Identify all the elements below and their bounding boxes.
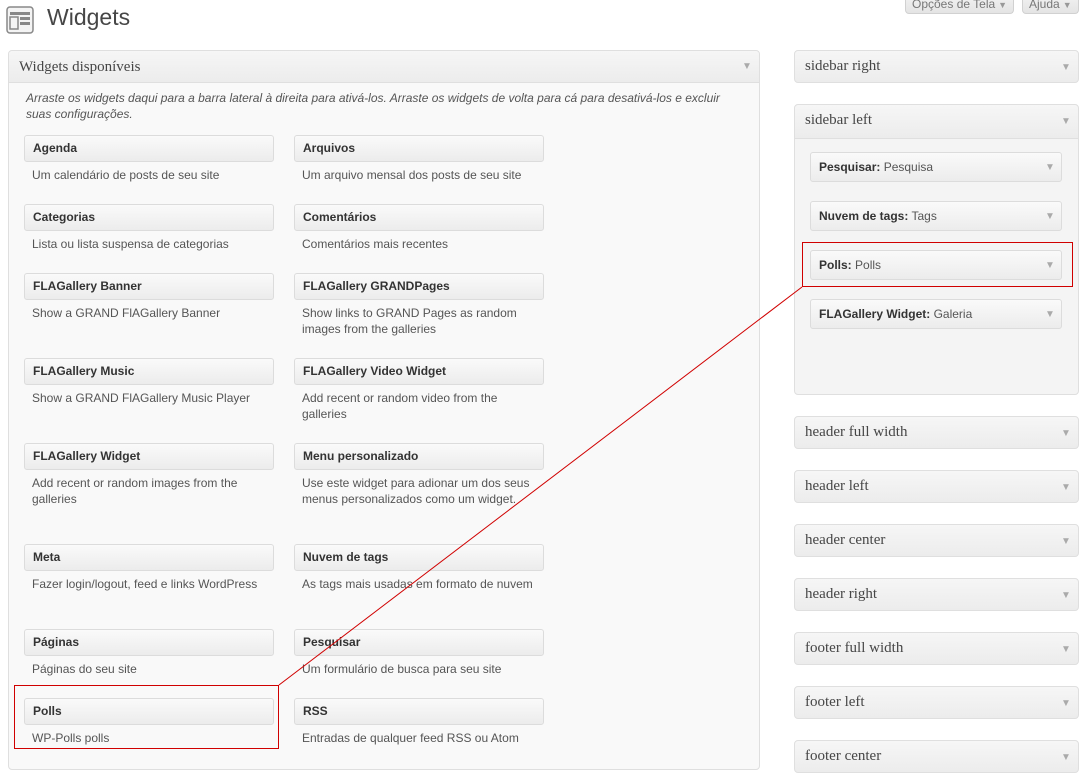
sidebar-header-center[interactable]: header center ▼ bbox=[794, 524, 1079, 557]
sidebar-left-header[interactable]: sidebar left ▼ bbox=[795, 105, 1078, 139]
widget-desc: Um formulário de busca para seu site bbox=[302, 662, 502, 676]
widgets-icon bbox=[6, 6, 34, 34]
widget-name: Pesquisa bbox=[883, 160, 934, 174]
sidebar-title: header right bbox=[805, 586, 878, 602]
help-label: Ajuda bbox=[1029, 0, 1060, 11]
widget-arquivos[interactable]: Arquivos bbox=[294, 135, 544, 162]
widget-desc: Add recent or random images from the gal… bbox=[32, 476, 238, 506]
sidebar-title: header full width bbox=[805, 424, 908, 440]
sidebar-title: header center bbox=[805, 532, 886, 548]
expand-triangle-icon[interactable]: ▼ bbox=[1061, 752, 1071, 763]
sidebar-title: footer left bbox=[805, 694, 865, 710]
sidebar-title: sidebar right bbox=[805, 58, 881, 74]
expand-triangle-icon[interactable]: ▼ bbox=[1045, 301, 1055, 329]
widget-desc: Fazer login/logout, feed e links WordPre… bbox=[32, 577, 258, 591]
widget-name: Galeria bbox=[933, 307, 973, 321]
sidebar-header-left[interactable]: header left ▼ bbox=[794, 470, 1079, 503]
widget-desc: Um calendário de posts de seu site bbox=[32, 168, 220, 182]
widget-flagallery-grandpages[interactable]: FLAGallery GRANDPages bbox=[294, 273, 544, 300]
available-widgets-header[interactable]: Widgets disponíveis ▼ bbox=[9, 51, 759, 83]
expand-triangle-icon[interactable]: ▼ bbox=[1061, 644, 1071, 655]
widget-meta[interactable]: Meta bbox=[24, 544, 274, 571]
screen-options-button[interactable]: Opções de Tela ▼ bbox=[905, 0, 1015, 14]
widget-desc: Lista ou lista suspensa de categorias bbox=[32, 237, 229, 251]
widget-flagallery-widget[interactable]: FLAGallery Widget bbox=[24, 443, 274, 470]
sidebar-title: footer full width bbox=[805, 640, 904, 656]
expand-triangle-icon[interactable]: ▼ bbox=[1045, 203, 1055, 231]
expand-triangle-icon[interactable]: ▼ bbox=[1061, 590, 1071, 601]
sidebar-footer-left[interactable]: footer left ▼ bbox=[794, 686, 1079, 719]
sidebar-header-right[interactable]: header right ▼ bbox=[794, 578, 1079, 611]
chevron-down-icon: ▼ bbox=[998, 0, 1008, 10]
widget-desc: Show links to GRAND Pages as random imag… bbox=[302, 306, 517, 336]
sidebar-footer-full-width[interactable]: footer full width ▼ bbox=[794, 632, 1079, 665]
expand-triangle-icon[interactable]: ▼ bbox=[1045, 154, 1055, 182]
widget-type: FLAGallery Widget: bbox=[819, 307, 931, 321]
expand-triangle-icon[interactable]: ▼ bbox=[1061, 62, 1071, 73]
sidebar-widget-nuvem-de-tags[interactable]: Nuvem de tags: Tags ▼ bbox=[810, 201, 1062, 231]
widget-desc: Um arquivo mensal dos posts de seu site bbox=[302, 168, 522, 182]
widget-desc: Show a GRAND FlAGallery Banner bbox=[32, 306, 221, 320]
widget-type: Nuvem de tags: bbox=[819, 209, 909, 223]
help-button[interactable]: Ajuda ▼ bbox=[1022, 0, 1079, 14]
widget-desc: Show a GRAND FlAGallery Music Player bbox=[32, 391, 251, 405]
widget-type: Pesquisar: bbox=[819, 160, 881, 174]
page-title: Widgets bbox=[47, 4, 131, 30]
expand-triangle-icon[interactable]: ▼ bbox=[1061, 536, 1071, 547]
highlight-box-polls-available bbox=[14, 685, 279, 749]
sidebar-widget-pesquisar[interactable]: Pesquisar: Pesquisa ▼ bbox=[810, 152, 1062, 182]
collapse-triangle-icon[interactable]: ▼ bbox=[742, 61, 752, 72]
widget-flagallery-music[interactable]: FLAGallery Music bbox=[24, 358, 274, 385]
widget-desc: Páginas do seu site bbox=[32, 662, 137, 676]
collapse-triangle-icon[interactable]: ▼ bbox=[1061, 116, 1071, 127]
chevron-down-icon: ▼ bbox=[1062, 0, 1072, 10]
expand-triangle-icon[interactable]: ▼ bbox=[1061, 482, 1071, 493]
widget-desc: Entradas de qualquer feed RSS ou Atom bbox=[302, 731, 519, 745]
sidebar-footer-center[interactable]: footer center ▼ bbox=[794, 740, 1079, 773]
widget-pesquisar[interactable]: Pesquisar bbox=[294, 629, 544, 656]
widget-flagallery-video[interactable]: FLAGallery Video Widget bbox=[294, 358, 544, 385]
widget-flagallery-banner[interactable]: FLAGallery Banner bbox=[24, 273, 274, 300]
available-widgets-description: Arraste os widgets daqui para a barra la… bbox=[26, 91, 720, 121]
sidebar-right[interactable]: sidebar right ▼ bbox=[794, 50, 1079, 83]
screen-options-label: Opções de Tela bbox=[912, 0, 996, 11]
sidebar-widget-flagallery[interactable]: FLAGallery Widget: Galeria ▼ bbox=[810, 299, 1062, 329]
widget-agenda[interactable]: Agenda bbox=[24, 135, 274, 162]
widget-desc: Comentários mais recentes bbox=[302, 237, 449, 251]
sidebar-header-full-width[interactable]: header full width ▼ bbox=[794, 416, 1079, 449]
widget-rss[interactable]: RSS bbox=[294, 698, 544, 725]
sidebar-title: footer center bbox=[805, 748, 882, 764]
widget-menu-personalizado[interactable]: Menu personalizado bbox=[294, 443, 544, 470]
widget-nuvem-de-tags[interactable]: Nuvem de tags bbox=[294, 544, 544, 571]
widget-desc: Add recent or random video from the gall… bbox=[302, 391, 498, 421]
expand-triangle-icon[interactable]: ▼ bbox=[1061, 428, 1071, 439]
widget-categorias[interactable]: Categorias bbox=[24, 204, 274, 231]
available-widgets-title: Widgets disponíveis bbox=[19, 59, 141, 75]
expand-triangle-icon[interactable]: ▼ bbox=[1061, 698, 1071, 709]
widget-desc: As tags mais usadas em formato de nuvem bbox=[302, 577, 533, 591]
widget-desc: Use este widget para adionar um dos seus… bbox=[302, 476, 530, 506]
widget-comentarios[interactable]: Comentários bbox=[294, 204, 544, 231]
sidebar-title: sidebar left bbox=[805, 112, 873, 128]
sidebar-title: header left bbox=[805, 478, 869, 494]
highlight-box-polls-sidebar bbox=[802, 242, 1073, 287]
widget-paginas[interactable]: Páginas bbox=[24, 629, 274, 656]
widget-name: Tags bbox=[911, 209, 937, 223]
